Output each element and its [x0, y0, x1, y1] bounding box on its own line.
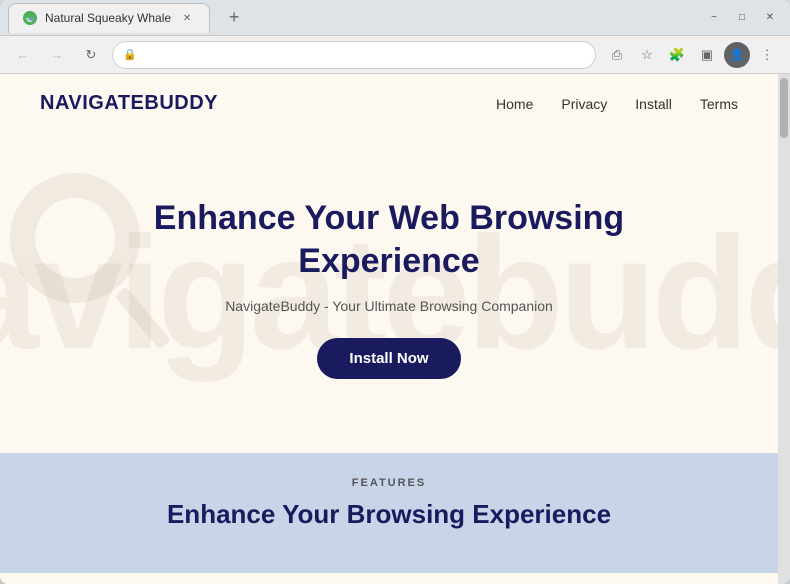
extensions-icon[interactable]: 🧩	[664, 42, 690, 68]
new-tab-button[interactable]: +	[220, 4, 248, 32]
back-button[interactable]: ←	[10, 42, 36, 68]
address-bar: ← → ↻ 🔒 ⎙ ☆ 🧩 ▣ 👤 ⋮	[0, 36, 790, 74]
profile-icon[interactable]: 👤	[724, 42, 750, 68]
tab-favicon: 🐋	[23, 11, 37, 25]
maximize-button[interactable]: □	[730, 6, 754, 30]
webpage: NAVIGATEBUDDY Home Privacy Install Terms…	[0, 74, 790, 584]
url-bar[interactable]: 🔒	[112, 41, 596, 69]
menu-icon[interactable]: ⋮	[754, 42, 780, 68]
features-label: FEATURES	[40, 477, 738, 489]
features-title: Enhance Your Browsing Experience	[40, 499, 738, 530]
site-nav: Home Privacy Install Terms	[496, 96, 738, 112]
scrollbar[interactable]	[778, 74, 790, 584]
features-section: FEATURES Enhance Your Browsing Experienc…	[0, 453, 778, 573]
title-bar-left: 🐋 Natural Squeaky Whale ✕ +	[8, 3, 248, 33]
browser-window: 🐋 Natural Squeaky Whale ✕ + − □ ✕ ← → ↻ …	[0, 0, 790, 584]
refresh-button[interactable]: ↻	[78, 42, 104, 68]
toolbar-icons: ⎙ ☆ 🧩 ▣ 👤 ⋮	[604, 42, 780, 68]
hero-section: navigatebuddy Enhance Your Web Browsing …	[0, 133, 778, 453]
title-bar: 🐋 Natural Squeaky Whale ✕ + − □ ✕	[0, 0, 790, 36]
lock-icon: 🔒	[123, 48, 137, 61]
nav-terms[interactable]: Terms	[700, 96, 738, 112]
bookmark-icon[interactable]: ☆	[634, 42, 660, 68]
close-button[interactable]: ✕	[758, 6, 782, 30]
install-now-button[interactable]: Install Now	[317, 338, 460, 379]
window-controls: − □ ✕	[702, 6, 782, 30]
tab-close-button[interactable]: ✕	[179, 10, 195, 26]
page-content: NAVIGATEBUDDY Home Privacy Install Terms…	[0, 74, 778, 584]
nav-privacy[interactable]: Privacy	[561, 96, 607, 112]
nav-install[interactable]: Install	[635, 96, 672, 112]
sidebar-icon[interactable]: ▣	[694, 42, 720, 68]
site-header: NAVIGATEBUDDY Home Privacy Install Terms	[0, 74, 778, 133]
tab-title: Natural Squeaky Whale	[45, 11, 171, 25]
browser-tab[interactable]: 🐋 Natural Squeaky Whale ✕	[8, 3, 210, 33]
site-logo: NAVIGATEBUDDY	[40, 92, 218, 115]
minimize-button[interactable]: −	[702, 6, 726, 30]
hero-title: Enhance Your Web Browsing Experience	[109, 197, 669, 282]
share-icon[interactable]: ⎙	[604, 42, 630, 68]
forward-button[interactable]: →	[44, 42, 70, 68]
nav-home[interactable]: Home	[496, 96, 533, 112]
hero-subtitle: NavigateBuddy - Your Ultimate Browsing C…	[225, 298, 553, 314]
scrollbar-thumb[interactable]	[780, 78, 788, 138]
